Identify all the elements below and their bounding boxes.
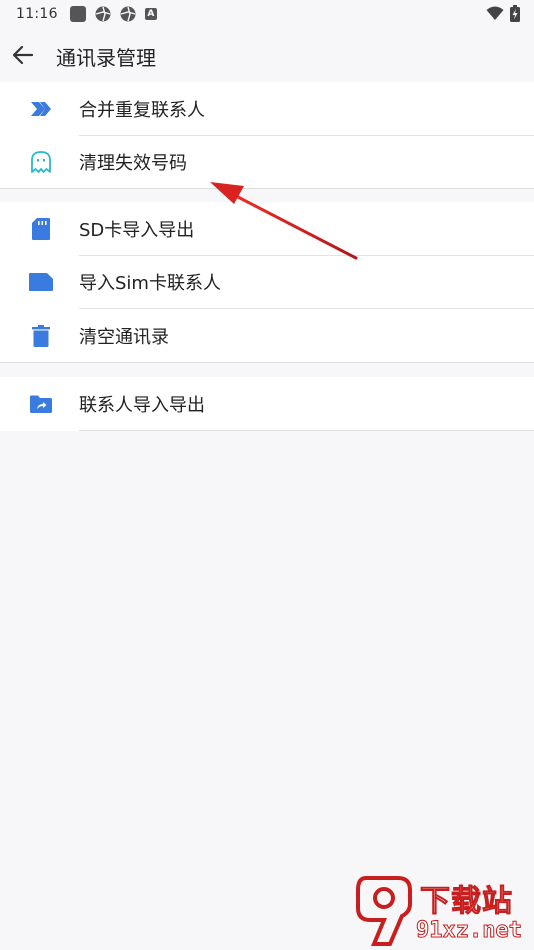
sim-card-icon (28, 269, 54, 295)
wifi-icon (486, 6, 504, 20)
status-bar: 11:16 A (0, 0, 534, 28)
notification-aperture-icon (95, 6, 111, 22)
settings-group-1: 合并重复联系人 清理失效号码 (0, 82, 534, 189)
notification-square-icon (69, 6, 86, 22)
group-divider (0, 362, 534, 363)
merge-duplicates-label: 合并重复联系人 (79, 99, 205, 121)
notification-a-icon: A (144, 8, 157, 20)
group-divider (0, 188, 534, 189)
contacts-import-export-label: 联系人导入导出 (79, 394, 205, 416)
divider (79, 429, 534, 431)
clean-invalid-numbers-item[interactable]: 清理失效号码 (0, 136, 534, 190)
clean-invalid-numbers-label: 清理失效号码 (79, 153, 187, 175)
clear-contacts-label: 清空通讯录 (79, 326, 169, 348)
settings-group-2: SD卡导入导出 导入Sim卡联系人 清空通讯录 (0, 202, 534, 363)
app-bar: 通讯录管理 (0, 28, 534, 82)
import-sim-contacts-item[interactable]: 导入Sim卡联系人 (0, 256, 534, 309)
status-system-icons (486, 5, 520, 22)
merge-duplicates-item[interactable]: 合并重复联系人 (0, 82, 534, 136)
trash-icon (28, 323, 54, 349)
battery-charging-icon (510, 5, 520, 22)
status-notifications: A (69, 6, 157, 22)
settings-group-3: 联系人导入导出 (0, 377, 534, 431)
sd-card-icon (28, 216, 54, 242)
watermark-domain: 91xz.net (416, 918, 523, 944)
sd-card-import-export-label: SD卡导入导出 (79, 219, 195, 241)
watermark-logo: 下载站 91xz.net (354, 874, 530, 948)
folder-share-icon (28, 391, 54, 417)
page-title: 通讯录管理 (56, 46, 156, 70)
status-time: 11:16 (16, 6, 58, 22)
clear-contacts-item[interactable]: 清空通讯录 (0, 309, 534, 363)
watermark-brand: 下载站 (420, 884, 513, 920)
contacts-import-export-item[interactable]: 联系人导入导出 (0, 377, 534, 431)
notification-aperture-icon-2 (120, 6, 136, 22)
merge-arrow-icon (28, 96, 54, 122)
import-sim-contacts-label: 导入Sim卡联系人 (79, 273, 221, 295)
sd-card-import-export-item[interactable]: SD卡导入导出 (0, 202, 534, 256)
back-arrow-icon[interactable] (10, 42, 36, 68)
ghost-icon (28, 149, 54, 175)
watermark-emblem-icon (356, 876, 412, 946)
